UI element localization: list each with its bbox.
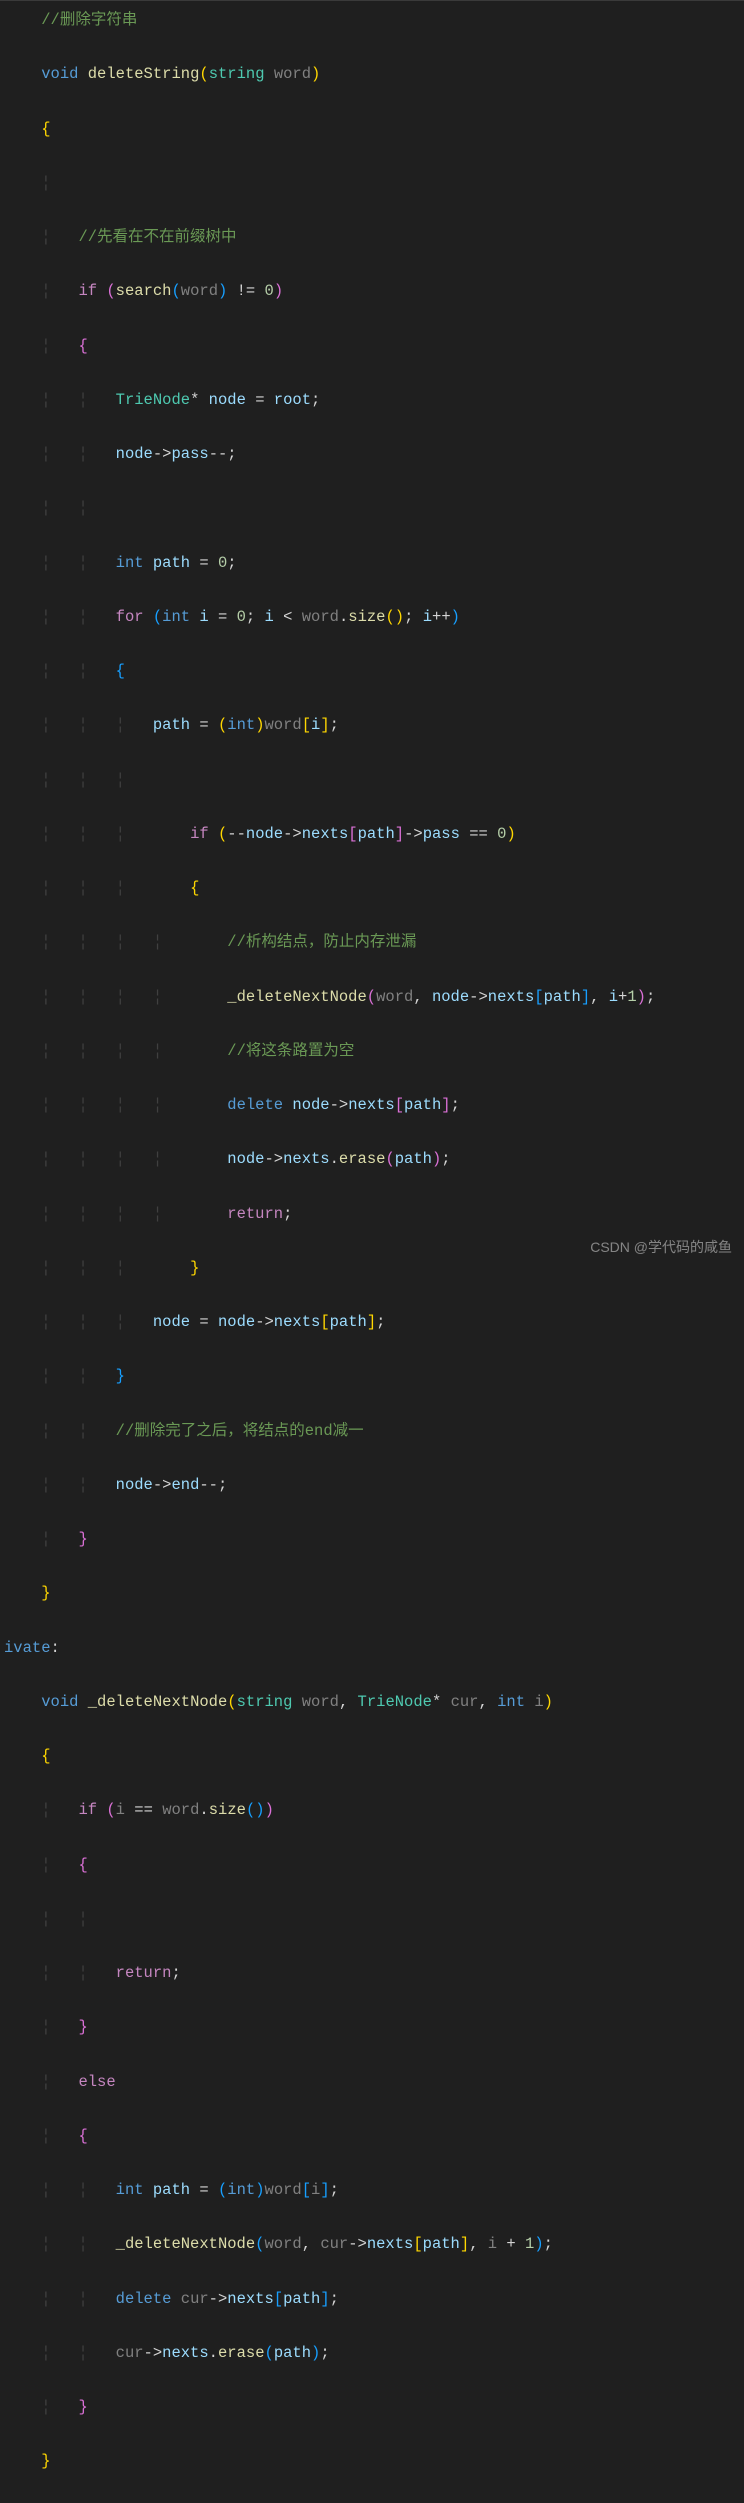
comment: //将这条路置为空 [227,1042,354,1060]
kw-private: ivate [4,1639,51,1657]
fn-deleteString: deleteString [88,65,200,83]
comment: //删除完了之后，将结点的end减一 [116,1422,364,1440]
fn-deleteNextNode: _deleteNextNode [88,1693,228,1711]
comment: //析构结点，防止内存泄漏 [227,933,416,951]
comment: //删除字符串 [41,11,137,29]
comment: //先看在不在前缀树中 [78,228,236,246]
kw-void: void [41,65,78,83]
watermark: CSDN @学代码的咸鱼 [590,1235,732,1260]
